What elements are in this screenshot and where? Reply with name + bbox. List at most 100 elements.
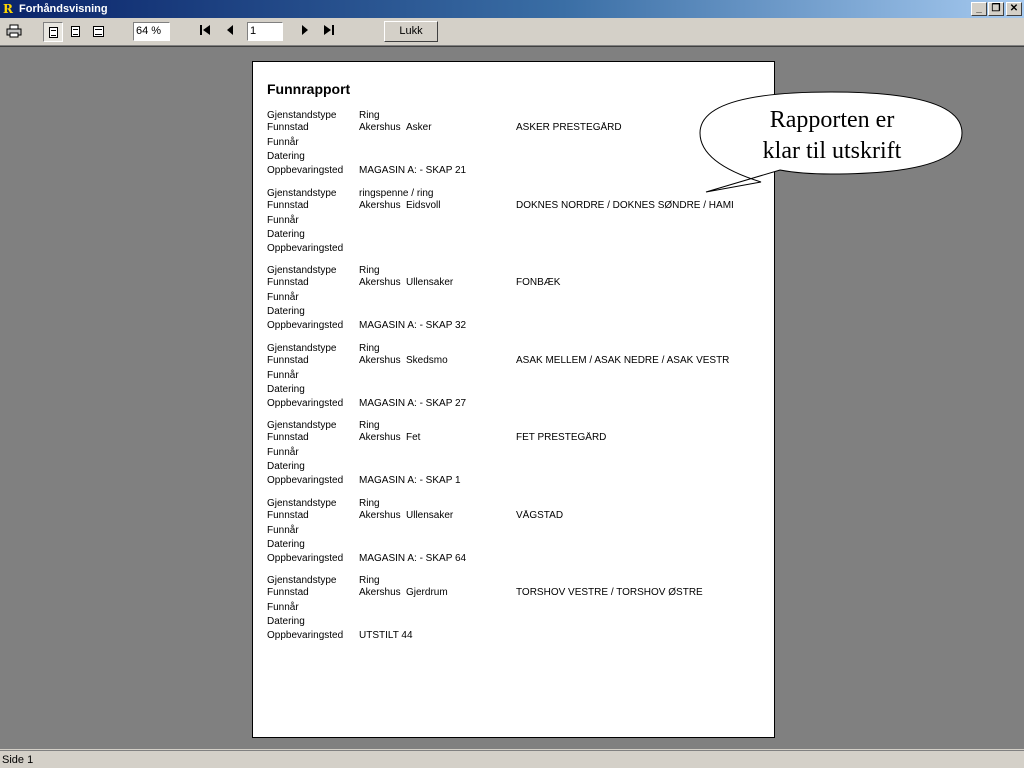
record-line: Funnstad Akershus Fet FET PRESTEGÅRD [267, 432, 747, 444]
printer-icon[interactable] [4, 22, 24, 42]
report-record: Gjenstandstype Ring Funnstad Akershus Gjerdr… [267, 575, 747, 645]
record-line: Gjenstandstype Ring [267, 575, 747, 587]
report-record: Gjenstandstype Ring Funnstad Akershus Ullens… [267, 265, 747, 335]
next-page-icon[interactable] [298, 24, 312, 40]
record-farm: DOKNES NORDRE / DOKNES SØNDRE / HAMI [516, 199, 734, 211]
record-line: Funnstad Akershus Ullensaker FONBÆK [267, 277, 747, 289]
field-label: Funnår [267, 292, 299, 303]
callout-line-1: Rapporten er [769, 107, 895, 133]
close-window-button[interactable]: ✕ [1006, 2, 1022, 16]
record-farm: ASAK MELLEM / ASAK NEDRE / ASAK VESTR [516, 354, 730, 366]
record-line: Oppbevaringsted MAGASIN A: - SKAP 21 [267, 165, 747, 177]
record-municipality: Gjerdrum [406, 587, 448, 598]
field-label: Funnstad [267, 199, 309, 211]
field-label: Gjenstandstype [267, 420, 337, 431]
record-county: Akershus [359, 587, 401, 598]
field-label: Datering [267, 306, 305, 317]
page-number-field[interactable]: 1 [247, 22, 283, 41]
record-line: Funnstad Akershus Eidsvoll DOKNES NORDRE / … [267, 200, 747, 212]
record-county: Akershus [359, 432, 401, 443]
record-line: Funnstad Akershus Ullensaker VÅGSTAD [267, 510, 747, 522]
field-label: Gjenstandstype [267, 497, 337, 509]
record-line: Gjenstandstype Ring [267, 265, 747, 277]
field-label: Oppbevaringsted [267, 397, 344, 409]
record-line: Funnår [267, 525, 747, 537]
record-line: Gjenstandstype Ring [267, 343, 747, 355]
field-label: Funnstad [267, 122, 309, 133]
report-record: Gjenstandstype ringspenne / ring Funnstad A… [267, 188, 747, 258]
field-label: Funnår [267, 369, 299, 381]
field-label: Funnår [267, 524, 299, 536]
record-type: Ring [359, 342, 380, 354]
field-label: Datering [267, 538, 305, 550]
zoom-field[interactable]: 64 % [133, 22, 170, 41]
field-label: Funnstad [267, 354, 309, 366]
record-line: Funnstad Akershus Skedsmo ASAK MELLEM / ASA… [267, 355, 747, 367]
record-line: Funnstad Akershus Asker ASKER PRESTEGÅRD [267, 122, 747, 134]
record-line: Oppbevaringsted MAGASIN A: - SKAP 1 [267, 475, 747, 487]
record-municipality: Ullensaker [406, 509, 454, 521]
field-label: Datering [267, 616, 305, 627]
two-page-icon[interactable] [65, 22, 85, 42]
record-municipality: Ullensaker [406, 277, 454, 288]
record-storage: MAGASIN A: - SKAP 1 [359, 475, 461, 486]
record-county: Akershus [359, 509, 401, 521]
record-line: Funnår [267, 292, 747, 304]
first-page-icon[interactable] [198, 24, 212, 40]
report-record: Gjenstandstype Ring Funnstad Akershus Fet FET… [267, 420, 747, 490]
field-label: Oppbevaringsted [267, 630, 344, 641]
record-line: Funnår [267, 370, 747, 382]
record-line: Oppbevaringsted MAGASIN A: - SKAP 64 [267, 553, 747, 565]
field-label: Datering [267, 228, 305, 240]
field-label: Datering [267, 151, 305, 162]
record-line: Oppbevaringsted [267, 243, 747, 255]
record-line: Oppbevaringsted UTSTILT 44 [267, 630, 747, 642]
field-label: Funnår [267, 214, 299, 226]
record-county: Akershus [359, 122, 401, 133]
record-municipality: Fet [406, 432, 421, 443]
field-label: Oppbevaringsted [267, 552, 344, 564]
field-label: Gjenstandstype [267, 265, 337, 276]
field-label: Funnår [267, 137, 299, 148]
maximize-button[interactable]: ❐ [988, 2, 1004, 16]
field-label: Oppbevaringsted [267, 242, 344, 254]
field-label: Datering [267, 383, 305, 395]
field-label: Funnår [267, 447, 299, 458]
record-type: Ring [359, 265, 380, 276]
record-municipality: Eidsvoll [406, 199, 441, 211]
record-line: Datering [267, 539, 747, 551]
callout-line-2: klar til utskrift [762, 138, 902, 164]
report-record: Gjenstandstype Ring Funnstad Akershus Skedsm… [267, 343, 747, 413]
one-page-icon[interactable] [43, 22, 63, 42]
record-county: Akershus [359, 277, 401, 288]
field-label: Gjenstandstype [267, 342, 337, 354]
field-label: Oppbevaringsted [267, 475, 344, 486]
record-line: Funnår [267, 137, 747, 149]
close-preview-button[interactable]: Lukk [384, 21, 438, 42]
record-line: Datering [267, 616, 747, 628]
record-storage: MAGASIN A: - SKAP 27 [359, 397, 467, 409]
multi-page-icon[interactable] [88, 22, 108, 42]
field-label: Gjenstandstype [267, 110, 337, 121]
record-line: Datering [267, 229, 747, 241]
record-line: Gjenstandstype Ring [267, 110, 747, 122]
record-storage: MAGASIN A: - SKAP 21 [359, 165, 467, 176]
record-farm: TORSHOV VESTRE / TORSHOV ØSTRE [516, 587, 703, 598]
record-line: Oppbevaringsted MAGASIN A: - SKAP 27 [267, 398, 747, 410]
record-line: Funnstad Akershus Gjerdrum TORSHOV VESTRE /… [267, 587, 747, 599]
field-label: Datering [267, 461, 305, 472]
window-title: Forhåndsvisning [19, 3, 108, 15]
record-line: Funnår [267, 602, 747, 614]
report-record: Gjenstandstype Ring Funnstad Akershus Asker A… [267, 110, 747, 180]
prev-page-icon[interactable] [223, 24, 237, 40]
field-label: Funnstad [267, 277, 309, 288]
field-label: Funnstad [267, 509, 309, 521]
callout-text: Rapporten er klar til utskrift [710, 105, 954, 167]
minimize-button[interactable]: _ [971, 2, 987, 16]
field-label: Funnår [267, 602, 299, 613]
field-label: Funnstad [267, 432, 309, 443]
title-bar: R Forhåndsvisning _ ❐ ✕ [0, 0, 1024, 18]
field-label: Oppbevaringsted [267, 165, 344, 176]
report-title: Funnrapport [267, 81, 351, 97]
last-page-icon[interactable] [322, 24, 336, 40]
